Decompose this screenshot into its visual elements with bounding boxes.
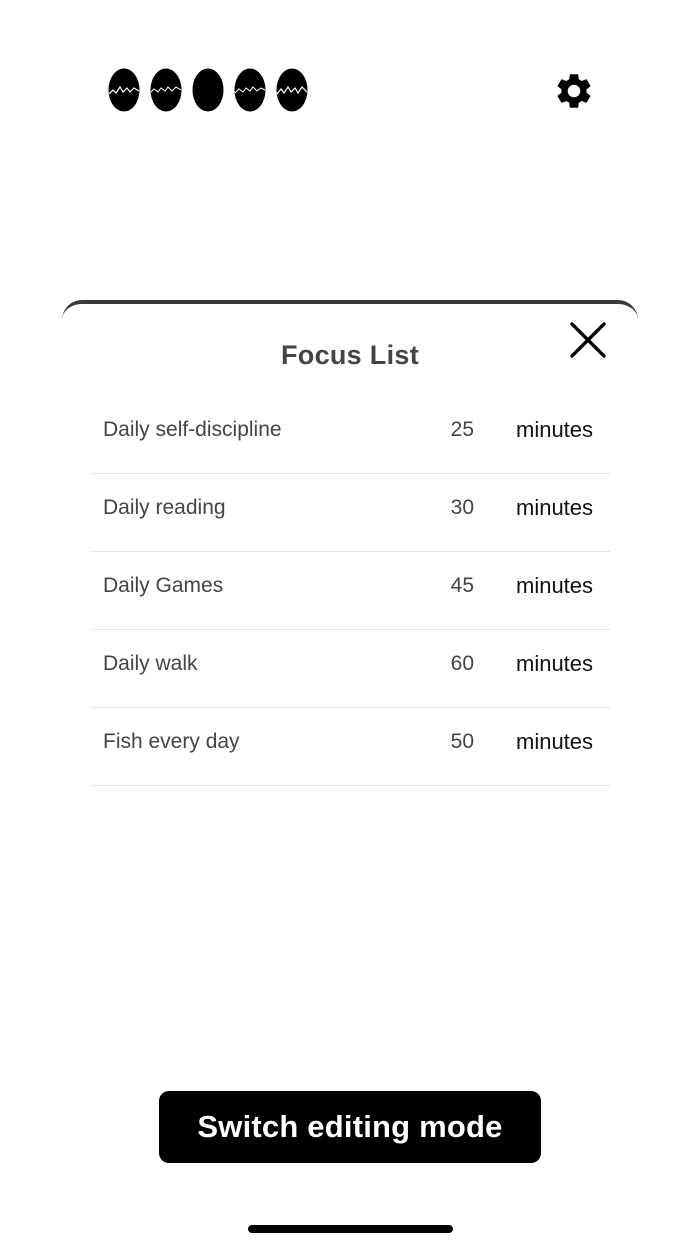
item-name: Daily reading [103,496,226,519]
item-unit: minutes [516,729,594,754]
cracked-egg-icon [150,68,182,112]
sheet-title: Focus List [280,340,419,370]
gear-icon[interactable] [553,70,595,112]
item-minutes: 45 [450,574,474,597]
item-minutes: 30 [450,496,474,519]
list-item[interactable]: Fish every day 50 minutes [90,708,610,786]
item-unit: minutes [516,495,594,520]
cracked-egg-icon [276,68,308,112]
item-unit: minutes [516,573,594,598]
close-icon[interactable] [568,320,608,360]
item-name: Daily Games [103,574,224,597]
focus-list: Daily self-discipline 25 minutes Daily r… [90,396,610,786]
focus-list-sheet: Focus List Daily self-discipline 25 minu… [62,300,638,824]
item-minutes: 60 [450,652,474,675]
item-name: Daily self-discipline [103,418,282,441]
focus-list-screen: Focus List Daily self-discipline 25 minu… [0,0,700,1244]
item-minutes: 25 [450,418,474,441]
egg-icon [192,68,224,112]
item-name: Daily walk [103,652,198,675]
home-indicator[interactable] [248,1225,453,1233]
item-unit: minutes [516,417,594,442]
switch-editing-mode-button[interactable]: Switch editing mode [159,1091,541,1163]
egg-progress [108,68,308,114]
item-minutes: 50 [450,730,474,753]
cracked-egg-icon [108,68,140,112]
list-item[interactable]: Daily self-discipline 25 minutes [90,396,610,474]
list-item[interactable]: Daily reading 30 minutes [90,474,610,552]
list-item[interactable]: Daily Games 45 minutes [90,552,610,630]
item-name: Fish every day [103,730,240,753]
list-item[interactable]: Daily walk 60 minutes [90,630,610,708]
cracked-egg-icon [234,68,266,112]
item-unit: minutes [516,651,594,676]
